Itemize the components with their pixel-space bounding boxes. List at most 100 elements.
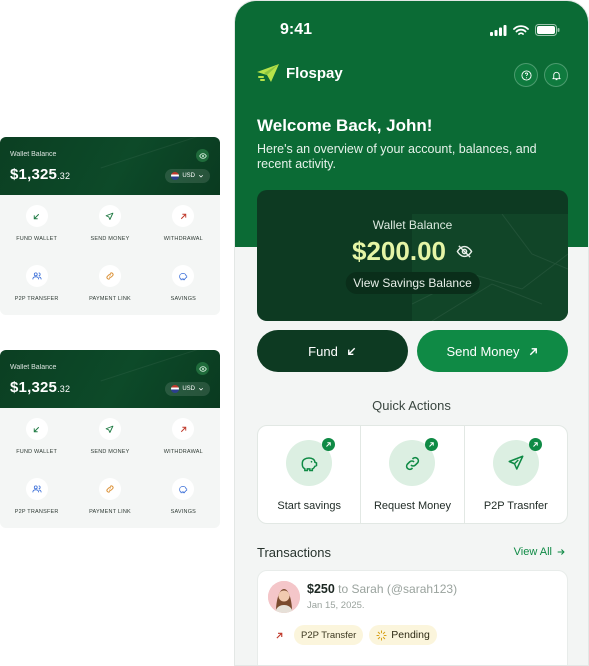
action-label: SEND MONEY: [90, 449, 130, 455]
eye-icon[interactable]: [196, 362, 209, 375]
chevron-down-icon: [198, 174, 204, 178]
quick-action-label: P2P Trasnfer: [483, 500, 548, 512]
transaction-summary: $250 to Sarah (@sarah123): [307, 582, 457, 596]
transaction-item[interactable]: $250 to Sarah (@sarah123) Jan 15, 2025. …: [257, 570, 568, 665]
help-button[interactable]: [514, 63, 538, 87]
request-money-action[interactable]: Request Money: [360, 426, 463, 523]
transaction-recipient: to Sarah (@sarah123): [338, 582, 458, 596]
piggy-bank-icon: [172, 265, 195, 287]
view-all-link[interactable]: View All: [514, 546, 566, 558]
quick-action-label: Start savings: [277, 500, 341, 512]
system-icons: [490, 24, 560, 36]
action-label: P2P TRANSFER: [14, 509, 59, 515]
savings-action[interactable]: SAVINGS: [147, 478, 220, 528]
send-money-action[interactable]: SEND MONEY: [73, 205, 146, 265]
bell-icon: [551, 71, 561, 80]
wallet-card-label: Wallet Balance: [10, 364, 57, 371]
send-icon: [492, 438, 542, 486]
flospay-logo-icon: [257, 64, 279, 82]
wallet-card-amount-decimal: .32: [57, 384, 71, 394]
balance-label: Wallet Balance: [372, 218, 453, 232]
quick-action-label: Request Money: [373, 500, 452, 512]
action-label: SAVINGS: [170, 296, 197, 302]
arrow-up-right-icon: [270, 626, 288, 644]
view-savings-balance-link[interactable]: View Savings Balance: [345, 272, 480, 294]
action-label: WITHDRAWAL: [163, 236, 203, 242]
savings-action[interactable]: SAVINGS: [147, 265, 220, 315]
action-label: P2P TRANSFER: [14, 296, 59, 302]
wallet-balance-card: Wallet Balance $200.00 View Savings Bala…: [257, 190, 568, 321]
withdrawal-action[interactable]: WITHDRAWAL: [147, 205, 220, 265]
arrow-up-right-icon: [322, 438, 336, 451]
fund-button[interactable]: Fund: [257, 330, 408, 372]
start-savings-action[interactable]: Start savings: [258, 426, 360, 523]
notifications-button[interactable]: [544, 63, 568, 87]
us-flag-icon: [171, 385, 180, 393]
wallet-card-header: Wallet Balance $1,325.32 USD: [0, 350, 220, 408]
help-icon: [520, 69, 532, 81]
wallet-card-amount-main: $1,325: [10, 166, 58, 183]
signal-icon: [490, 24, 507, 36]
users-icon: [25, 478, 48, 500]
action-label: SAVINGS: [170, 509, 197, 515]
fund-wallet-action[interactable]: FUND WALLET: [0, 418, 73, 478]
quick-actions-panel: Start savings Request Money P2P Trasnfer: [257, 425, 568, 524]
wallet-card-header: Wallet Balance $1,325.32 USD: [0, 137, 220, 195]
fund-wallet-action[interactable]: FUND WALLET: [0, 205, 73, 265]
wallet-card-preview: Wallet Balance $1,325.32 USD FUND WALLET…: [0, 350, 220, 528]
arrow-up-right-icon: [529, 347, 537, 355]
action-label: PAYMENT LINK: [89, 509, 131, 515]
piggy-bank-icon: [172, 478, 195, 500]
status-bar: 9:41: [280, 21, 560, 39]
arrow-down-left-icon: [25, 205, 48, 227]
link-icon: [98, 265, 121, 287]
phone-screen: 9:41 Flospay Welcome Back, John! Here's …: [234, 0, 589, 666]
wallet-card-amount-decimal: .32: [57, 171, 71, 181]
arrow-down-left-icon: [25, 418, 48, 440]
action-label: SEND MONEY: [90, 236, 130, 242]
arrow-up-right-icon: [172, 418, 195, 440]
welcome-subtitle: Here's an overview of your account, bala…: [257, 142, 537, 171]
quick-actions-title: Quick Actions: [372, 398, 451, 413]
users-icon: [25, 265, 48, 287]
wifi-icon: [513, 24, 529, 35]
currency-selector[interactable]: USD: [165, 382, 210, 396]
us-flag-icon: [171, 172, 180, 180]
transaction-tags: P2P Transfer Pending: [270, 625, 437, 645]
payment-link-action[interactable]: PAYMENT LINK: [73, 265, 146, 315]
fund-button-label: Fund: [308, 343, 338, 359]
wallet-card-preview: Wallet Balance $1,325.32 USD FUND WALLET…: [0, 137, 220, 315]
arrow-right-icon: [557, 549, 565, 555]
eye-off-icon[interactable]: [456, 243, 473, 260]
send-icon: [98, 205, 121, 227]
wallet-card-label: Wallet Balance: [10, 151, 57, 158]
action-label: FUND WALLET: [16, 236, 58, 242]
send-icon: [98, 418, 121, 440]
loader-icon: [376, 629, 387, 641]
send-money-button[interactable]: Send Money: [417, 330, 568, 372]
avatar: [268, 581, 300, 613]
p2p-transfer-action[interactable]: P2P TRANSFER: [0, 478, 73, 528]
view-all-label: View All: [513, 546, 552, 558]
battery-icon: [535, 24, 560, 36]
currency-label: USD: [182, 386, 195, 392]
link-icon: [389, 438, 439, 486]
transaction-amount: $250: [307, 582, 335, 596]
send-money-action[interactable]: SEND MONEY: [73, 418, 146, 478]
arrow-up-right-icon: [172, 205, 195, 227]
payment-link-action[interactable]: PAYMENT LINK: [73, 478, 146, 528]
p2p-transfer-action[interactable]: P2P Trasnfer: [463, 426, 567, 523]
piggy-bank-icon: [286, 438, 336, 486]
transaction-date: Jan 15, 2025.: [307, 600, 365, 611]
arrow-up-right-icon: [528, 438, 542, 451]
action-label: FUND WALLET: [16, 449, 58, 455]
send-money-button-label: Send Money: [446, 343, 520, 359]
transaction-type-badge: P2P Transfer: [294, 625, 364, 645]
eye-icon[interactable]: [196, 149, 209, 162]
withdrawal-action[interactable]: WITHDRAWAL: [147, 418, 220, 478]
chevron-down-icon: [198, 387, 204, 391]
arrow-down-left-icon: [347, 347, 356, 355]
p2p-transfer-action[interactable]: P2P TRANSFER: [0, 265, 73, 315]
currency-selector[interactable]: USD: [165, 169, 210, 183]
welcome-title: Welcome Back, John!: [257, 116, 433, 135]
